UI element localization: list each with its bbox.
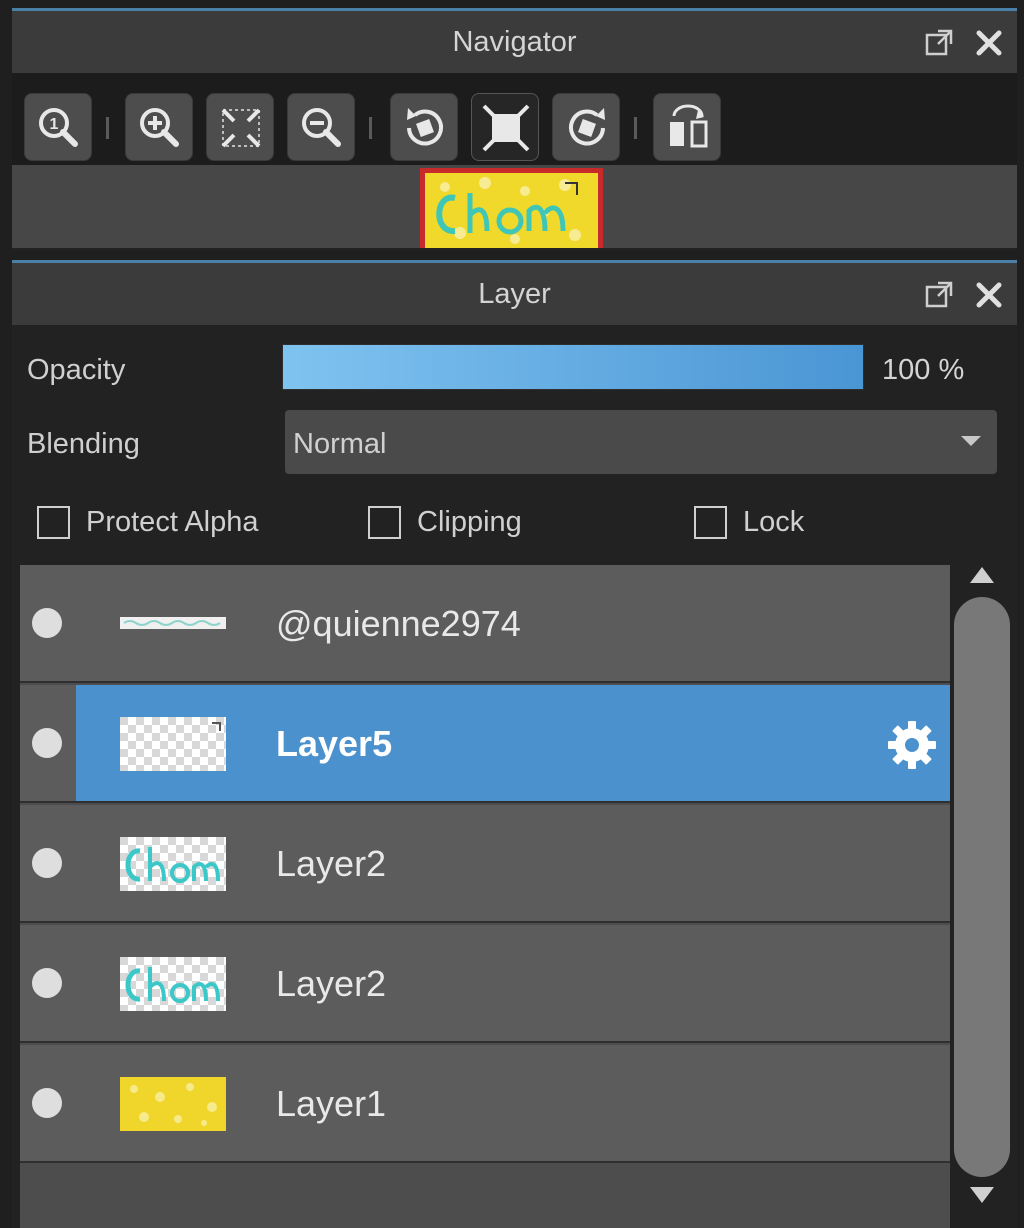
rotate-left-icon[interactable] bbox=[390, 93, 458, 161]
layer-row[interactable]: Layer2 bbox=[20, 925, 950, 1043]
fit-canvas-icon[interactable] bbox=[471, 93, 539, 161]
clipping-checkbox[interactable]: Clipping bbox=[368, 502, 522, 542]
opacity-value: 100 % bbox=[882, 354, 965, 386]
lock-label: Lock bbox=[743, 505, 805, 538]
zoom-actual-icon[interactable]: 1 bbox=[24, 93, 92, 161]
layer-panel: Layer Opacity 100 % Blending Normal Prot… bbox=[12, 260, 1017, 1228]
toolbar-separator bbox=[369, 117, 372, 139]
svg-text:1: 1 bbox=[50, 116, 59, 133]
clipping-label: Clipping bbox=[417, 505, 522, 538]
zoom-in-icon[interactable] bbox=[125, 93, 193, 161]
visibility-toggle[interactable] bbox=[32, 848, 62, 878]
checkbox-box[interactable] bbox=[694, 505, 727, 539]
visibility-toggle[interactable] bbox=[32, 608, 62, 638]
blending-label: Blending bbox=[27, 428, 140, 460]
layer-thumbnail bbox=[120, 957, 226, 1011]
close-icon[interactable] bbox=[974, 280, 1004, 310]
checkbox-box[interactable] bbox=[368, 505, 401, 539]
protect-alpha-checkbox[interactable]: Protect Alpha bbox=[37, 502, 259, 542]
layer-row[interactable]: Layer2 bbox=[20, 805, 950, 923]
protect-alpha-label: Protect Alpha bbox=[86, 505, 259, 538]
layer-thumbnail bbox=[120, 1077, 226, 1131]
flip-horizontal-icon[interactable] bbox=[653, 93, 721, 161]
layer-title: Layer bbox=[478, 278, 551, 310]
scrollbar-thumb[interactable] bbox=[954, 597, 1010, 1177]
layer-row[interactable]: @quienne2974 bbox=[20, 565, 950, 683]
layer-row[interactable]: Layer1 bbox=[20, 1045, 950, 1163]
layer-header: Layer bbox=[12, 263, 1017, 325]
chevron-down-icon bbox=[961, 436, 981, 446]
layer-thumbnail bbox=[120, 837, 226, 891]
popout-icon[interactable] bbox=[924, 280, 954, 310]
opacity-slider[interactable] bbox=[282, 344, 864, 390]
navigator-preview-area[interactable] bbox=[12, 165, 1017, 248]
layer-name: @quienne2974 bbox=[276, 603, 521, 644]
navigator-panel: Navigator 1 bbox=[12, 8, 1017, 250]
zoom-out-icon[interactable] bbox=[287, 93, 355, 161]
layer-row-selected[interactable]: Layer5 bbox=[20, 685, 950, 803]
visibility-toggle[interactable] bbox=[32, 728, 62, 758]
visibility-toggle[interactable] bbox=[32, 1088, 62, 1118]
navigator-toolbar: 1 bbox=[12, 73, 1017, 173]
gear-icon[interactable] bbox=[882, 715, 942, 775]
layer-name: Layer5 bbox=[276, 723, 393, 764]
layer-name: Layer1 bbox=[276, 1083, 387, 1124]
fit-to-window-icon[interactable] bbox=[206, 93, 274, 161]
navigator-title: Navigator bbox=[452, 26, 577, 58]
lock-checkbox[interactable]: Lock bbox=[694, 502, 804, 542]
scroll-up-icon[interactable] bbox=[970, 567, 994, 583]
visibility-toggle[interactable] bbox=[32, 968, 62, 998]
layer-name: Layer2 bbox=[276, 963, 387, 1004]
opacity-label: Opacity bbox=[27, 354, 126, 386]
toolbar-separator bbox=[106, 117, 109, 139]
layer-name: Layer2 bbox=[276, 843, 387, 884]
layer-thumbnail bbox=[120, 717, 226, 771]
layer-list: @quienne2974 Layer5 Layer2 Layer2 Layer1 bbox=[20, 565, 950, 1228]
layer-thumbnail bbox=[120, 597, 226, 651]
navigator-canvas-preview[interactable] bbox=[420, 168, 603, 248]
rotate-right-icon[interactable] bbox=[552, 93, 620, 161]
layer-scrollbar[interactable] bbox=[952, 565, 1012, 1228]
checkbox-box[interactable] bbox=[37, 505, 70, 539]
toolbar-separator bbox=[634, 117, 637, 139]
close-icon[interactable] bbox=[974, 28, 1004, 58]
blending-select[interactable]: Normal bbox=[285, 410, 997, 474]
popout-icon[interactable] bbox=[924, 28, 954, 58]
navigator-header: Navigator bbox=[12, 11, 1017, 73]
scroll-down-icon[interactable] bbox=[970, 1187, 994, 1203]
blending-value: Normal bbox=[293, 428, 387, 460]
